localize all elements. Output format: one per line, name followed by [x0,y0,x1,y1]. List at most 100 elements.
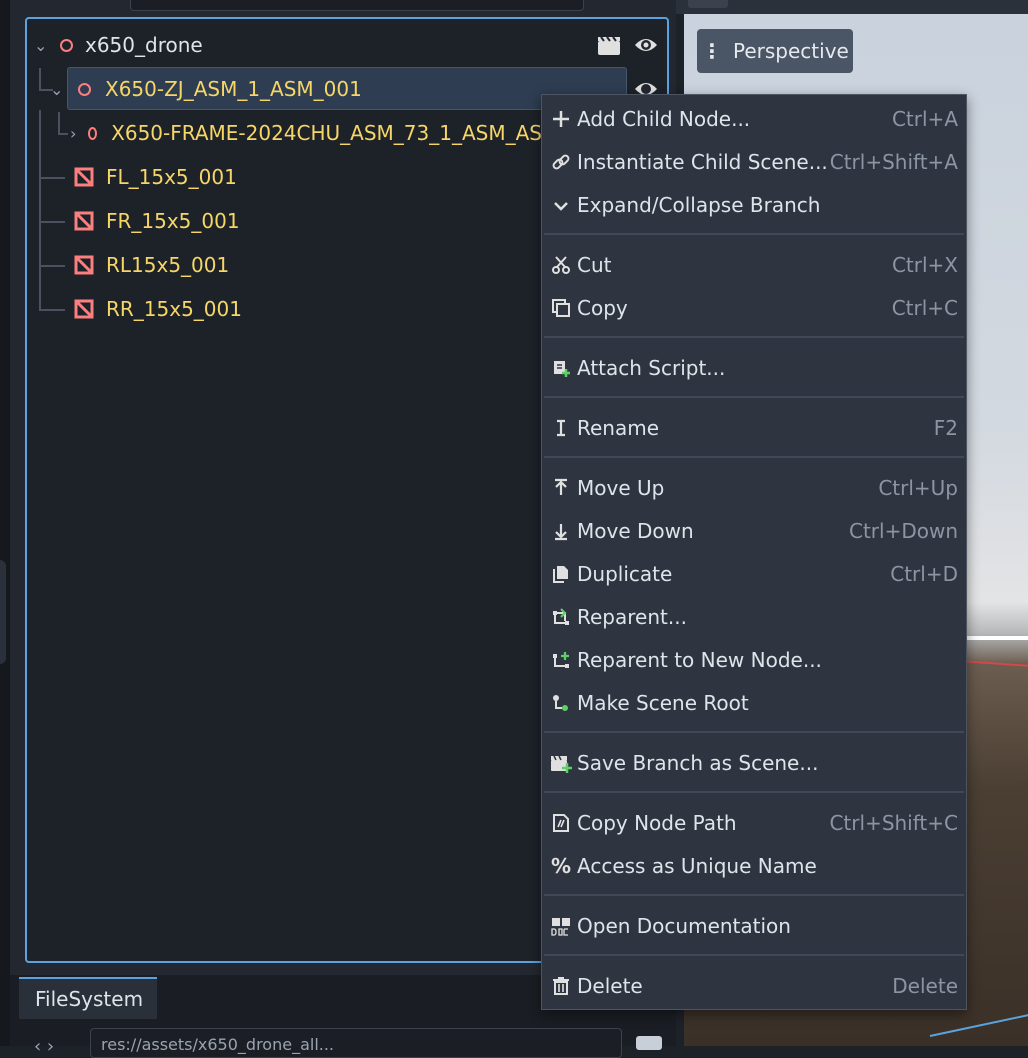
menu-item-reparent[interactable]: Reparent... [542,597,966,637]
clapper-icon[interactable] [597,34,623,56]
tree-line [39,110,41,310]
menu-item-label: Cut [577,253,612,277]
scene-root-icon [550,692,572,714]
tab-filesystem[interactable]: FileSystem [19,977,157,1019]
menu-item-label: Instantiate Child Scene... [577,150,828,174]
viewport-tab[interactable] [688,0,728,8]
arrow-up-icon [550,477,572,499]
perspective-button[interactable]: ⋮ Perspective [697,29,853,73]
menu-item-delete[interactable]: Delete Delete [542,966,966,1006]
tree-line [58,112,60,134]
tree-item-fr[interactable]: FR_15x5_001 [74,201,534,241]
scissors-icon [550,254,572,276]
doc-icon [550,915,572,937]
menu-item-label: Open Documentation [577,914,791,938]
tab-label: FileSystem [35,987,144,1011]
tree-item-root[interactable]: ⌄ x650_drone [34,25,664,65]
menu-item-move-down[interactable]: Move Down Ctrl+Down [542,511,966,551]
mesh-instance-icon [74,211,94,231]
tree-item-label: X650-ZJ_ASM_1_ASM_001 [105,77,362,101]
node3d-icon [88,126,98,140]
menu-item-shortcut: Ctrl+Shift+A [829,150,958,174]
plus-icon [550,108,572,130]
chevron-right-icon[interactable]: › [70,124,78,143]
tree-item-fl[interactable]: FL_15x5_001 [74,157,534,197]
menu-item-shortcut: Ctrl+C [891,296,958,320]
menu-item-label: Save Branch as Scene... [577,751,819,775]
menu-separator [544,954,964,956]
menu-item-shortcut: Ctrl+Shift+C [829,811,958,835]
menu-item-cut[interactable]: Cut Ctrl+X [542,245,966,285]
duplicate-icon [550,563,572,585]
tree-item-rl[interactable]: RL15x5_001 [74,245,534,285]
tree-item-label: FL_15x5_001 [106,165,237,189]
menu-item-label: Add Child Node... [577,107,751,131]
scene-filter-input[interactable] [130,0,584,11]
tree-item-label: RL15x5_001 [106,253,230,277]
menu-item-duplicate[interactable]: Duplicate Ctrl+D [542,554,966,594]
copy-icon [550,297,572,319]
dock-resize-handle[interactable] [0,560,6,664]
mesh-instance-icon [74,255,94,275]
perspective-label: Perspective [733,39,849,63]
menu-item-instantiate-child-scene[interactable]: Instantiate Child Scene... Ctrl+Shift+A [542,142,966,182]
mesh-instance-icon [74,167,94,187]
tree-item-label: RR_15x5_001 [106,297,242,321]
menu-separator [544,456,964,458]
menu-item-copy-node-path[interactable]: Copy Node Path Ctrl+Shift+C [542,803,966,843]
menu-separator [544,894,964,896]
menu-item-label: Make Scene Root [577,691,749,715]
menu-item-shortcut: Ctrl+X [891,253,958,277]
tree-line [39,177,65,179]
menu-item-label: Copy [577,296,628,320]
menu-item-access-as-unique-name[interactable]: % Access as Unique Name [542,846,966,886]
menu-item-label: Access as Unique Name [577,854,817,878]
chevron-down-icon[interactable]: ⌄ [34,36,50,55]
menu-item-shortcut: Ctrl+A [891,107,958,131]
viewport-tabbar [676,0,1028,14]
clapper-add-icon [550,752,572,774]
text-cursor-icon [550,417,572,439]
tree-line [39,221,65,223]
percent-icon: % [550,854,572,878]
menu-item-reparent-to-new-node[interactable]: Reparent to New Node... [542,640,966,680]
horizon-line [960,636,1028,640]
menu-item-shortcut: F2 [933,416,958,440]
tree-item-x650-frame[interactable]: › X650-FRAME-2024CHU_ASM_73_1_ASM_AS [70,113,542,153]
link-icon [550,151,572,173]
menu-item-label: Delete [577,974,643,998]
menu-item-make-scene-root[interactable]: Make Scene Root [542,683,966,723]
menu-item-copy[interactable]: Copy Ctrl+C [542,288,966,328]
reparent-icon [550,606,572,628]
tree-line [39,68,41,90]
menu-item-add-child-node[interactable]: Add Child Node... Ctrl+A [542,99,966,139]
node3d-icon [60,38,73,52]
split-mode-icon[interactable] [636,1036,662,1050]
filesystem-path-input[interactable]: res://assets/x650_drone_all... [90,1028,622,1058]
menu-item-label: Reparent to New Node... [577,648,822,672]
menu-item-label: Copy Node Path [577,811,737,835]
menu-item-label: Attach Script... [577,356,726,380]
tree-line [39,265,65,267]
menu-item-label: Move Down [577,519,694,543]
tree-item-rr[interactable]: RR_15x5_001 [74,289,534,329]
menu-item-move-up[interactable]: Move Up Ctrl+Up [542,468,966,508]
visibility-eye-icon[interactable] [634,34,658,56]
nav-back-forward-icon[interactable]: ‹ › [34,1036,54,1057]
menu-item-shortcut: Ctrl+Down [848,519,958,543]
menu-separator [544,396,964,398]
menu-item-open-documentation[interactable]: Open Documentation [542,906,966,946]
menu-item-attach-script[interactable]: Attach Script... [542,348,966,388]
menu-item-shortcut: Ctrl+Up [878,476,958,500]
menu-item-save-branch-as-scene[interactable]: Save Branch as Scene... [542,743,966,783]
tree-item-label: FR_15x5_001 [106,209,240,233]
menu-item-label: Expand/Collapse Branch [577,193,821,217]
chevron-down-icon[interactable]: ⌄ [50,80,66,99]
tree-item-label: x650_drone [85,33,203,57]
menu-item-rename[interactable]: Rename F2 [542,408,966,448]
menu-item-expand-collapse-branch[interactable]: Expand/Collapse Branch [542,185,966,225]
reparent-new-icon [550,649,572,671]
menu-separator [544,336,964,338]
chevron-down-icon [550,194,572,216]
left-edge-strip [0,0,10,1046]
